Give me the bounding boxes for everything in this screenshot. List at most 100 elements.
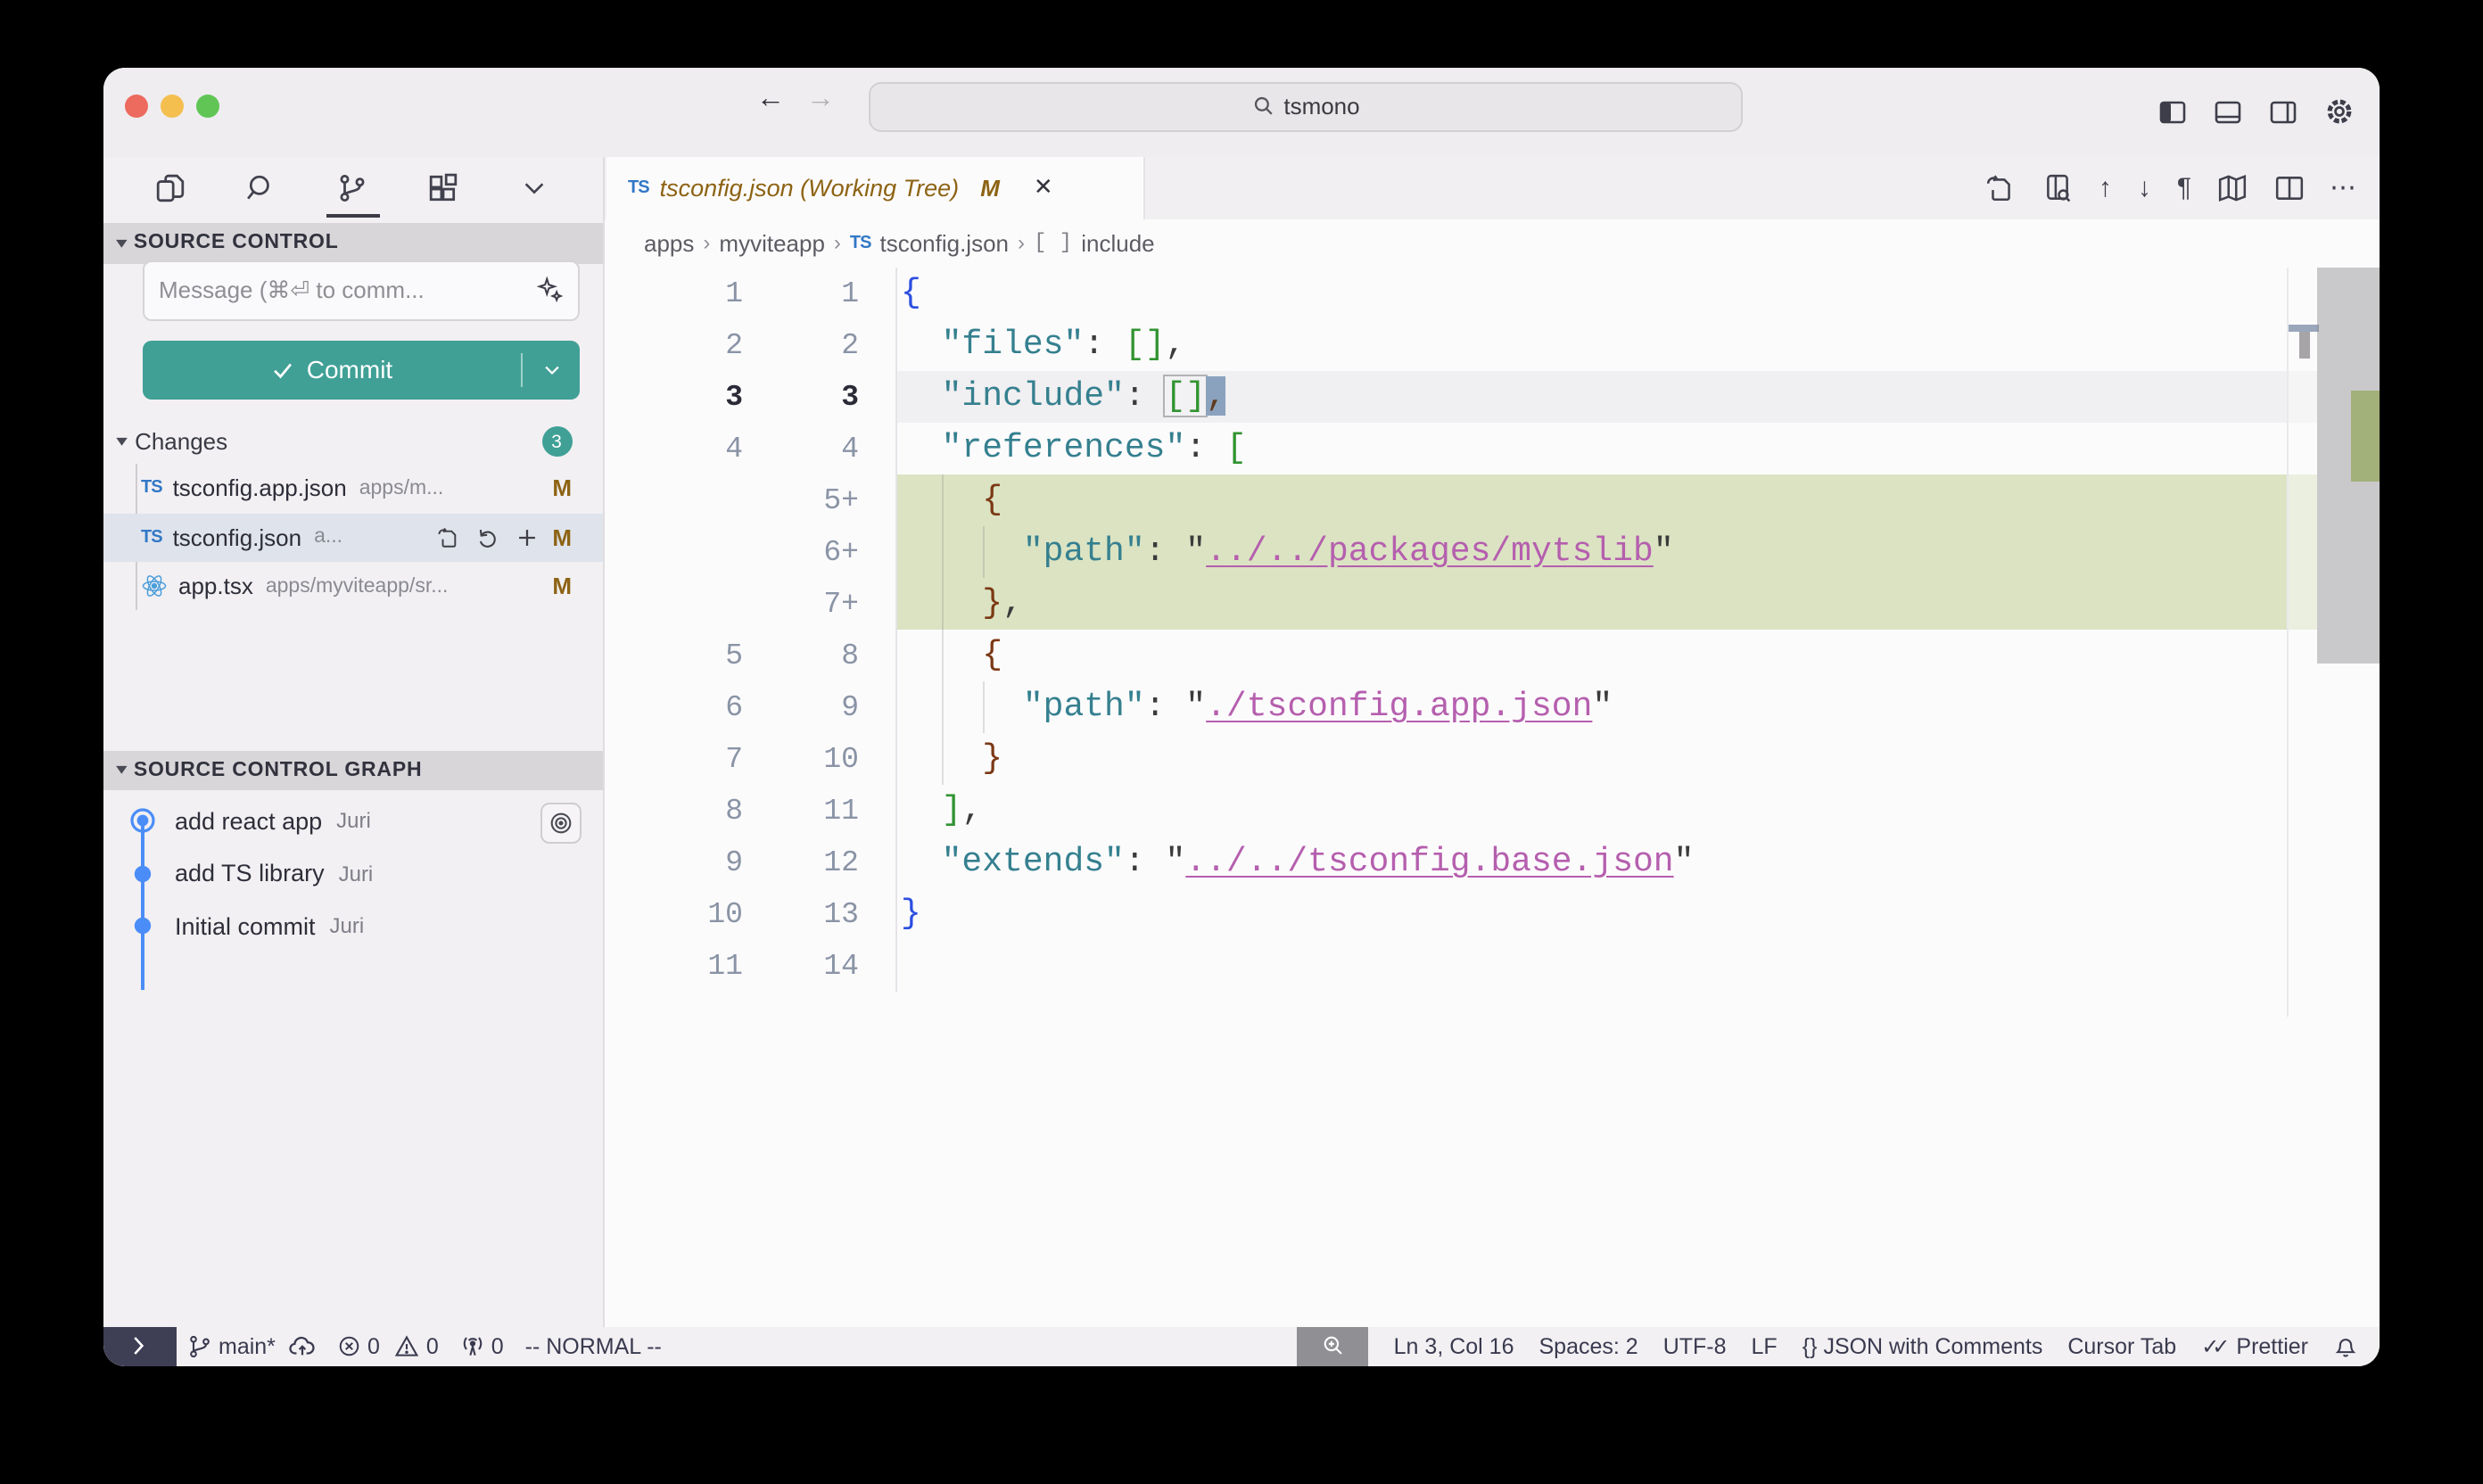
- forward-icon[interactable]: →: [806, 84, 835, 116]
- modified-line-number: 12: [604, 837, 859, 888]
- command-center-search[interactable]: tsmono: [869, 81, 1743, 132]
- map-icon[interactable]: [2217, 172, 2248, 202]
- commit-row[interactable]: add TS libraryJuri: [103, 847, 602, 900]
- commit-button[interactable]: Commit: [143, 340, 580, 399]
- toggle-secondary-sidebar-icon[interactable]: [2269, 98, 2297, 127]
- code-line-6[interactable]: 6+ "path": "../../packages/mytslib": [604, 526, 2380, 578]
- typescript-file-icon: TS: [141, 528, 162, 548]
- language-mode[interactable]: {} JSON with Comments: [1802, 1334, 2043, 1359]
- changed-file-app.tsx[interactable]: app.tsxapps/myviteapp/sr...M: [103, 562, 602, 611]
- file-path: a...: [314, 527, 436, 548]
- discard-changes-icon[interactable]: [475, 526, 499, 549]
- typescript-file-icon: TS: [850, 234, 871, 253]
- ports-status[interactable]: 0: [460, 1334, 504, 1359]
- breadcrumb-item-include[interactable]: include: [1081, 230, 1154, 257]
- close-tab-icon[interactable]: ✕: [1034, 173, 1053, 202]
- indentation[interactable]: Spaces: 2: [1539, 1334, 1638, 1359]
- code-line-8[interactable]: 58 {: [604, 630, 2380, 681]
- vim-mode[interactable]: -- NORMAL --: [525, 1334, 662, 1359]
- line-content: {: [901, 268, 921, 319]
- changed-file-tsconfig.app.json[interactable]: TStsconfig.app.jsonapps/m...M: [103, 464, 602, 513]
- tab-tsconfig-working-tree[interactable]: TS tsconfig.json (Working Tree) M ✕: [606, 156, 1145, 218]
- gutter-separator: [895, 268, 897, 992]
- modified-line-number: 9: [604, 681, 859, 733]
- branch-status[interactable]: main*: [187, 1333, 316, 1360]
- commit-message-input[interactable]: Message (⌘⏎ to comm...: [143, 260, 580, 320]
- search-icon: [1251, 95, 1274, 119]
- zoom-button[interactable]: [196, 94, 219, 117]
- explorer-icon[interactable]: [150, 166, 193, 209]
- typescript-file-icon: TS: [628, 177, 649, 197]
- more-views-chevron-icon[interactable]: [514, 166, 557, 209]
- zoom-indicator[interactable]: [1298, 1326, 1369, 1366]
- zoom-in-icon: [1322, 1335, 1345, 1358]
- changed-file-tsconfig.json[interactable]: TStsconfig.jsona...M: [103, 513, 602, 562]
- toggle-whitespace-icon[interactable]: ¶: [2177, 174, 2191, 201]
- split-editor-icon[interactable]: [2273, 172, 2304, 202]
- next-change-icon[interactable]: ↓: [2138, 174, 2151, 201]
- search-view-icon[interactable]: [241, 166, 284, 209]
- modified-line-number: 4: [604, 423, 859, 474]
- open-changes-icon[interactable]: [1986, 172, 2017, 202]
- modified-badge: M: [552, 524, 572, 551]
- code-line-4[interactable]: 44 "references": [: [604, 423, 2380, 474]
- sparkle-icon[interactable]: [537, 277, 564, 304]
- checkout-target-button[interactable]: [540, 802, 581, 843]
- breadcrumb-item-myviteapp[interactable]: myviteapp: [719, 230, 825, 257]
- code-line-5[interactable]: 5+ {: [604, 474, 2380, 526]
- previous-change-icon[interactable]: ↑: [2099, 174, 2112, 201]
- breadcrumb: apps›myviteapp›TStsconfig.json›[ ]includ…: [604, 218, 2380, 268]
- code-line-10[interactable]: 710 }: [604, 733, 2380, 785]
- code-line-7[interactable]: 7+ },: [604, 578, 2380, 630]
- more-actions-icon[interactable]: ⋯: [2330, 174, 2356, 201]
- source-control-view-icon[interactable]: [332, 166, 375, 209]
- problems-status[interactable]: 0 0: [337, 1334, 439, 1359]
- encoding[interactable]: UTF-8: [1663, 1334, 1727, 1359]
- commit-dropdown-chevron-icon[interactable]: [523, 359, 580, 379]
- warning-count: 0: [426, 1334, 439, 1359]
- remote-indicator[interactable]: [103, 1326, 177, 1366]
- code-line-9[interactable]: 69 "path": "./tsconfig.app.json": [604, 681, 2380, 733]
- close-button[interactable]: [125, 94, 148, 117]
- modified-line-number: 8: [604, 630, 859, 681]
- toggle-panel-icon[interactable]: [2214, 98, 2242, 127]
- code-line-13[interactable]: 1013}: [604, 888, 2380, 940]
- line-content: {: [901, 630, 1002, 681]
- source-control-header[interactable]: ▾ SOURCE CONTROL: [103, 223, 602, 263]
- source-control-graph-header[interactable]: ▾ SOURCE CONTROL GRAPH: [103, 750, 602, 790]
- minimap-border: [2287, 268, 2289, 1017]
- breadcrumb-separator: ›: [1018, 231, 1025, 256]
- head-commit-dot: [128, 807, 157, 836]
- cloud-upload-icon[interactable]: [289, 1333, 316, 1360]
- code-line-3[interactable]: 33 "include": [],: [604, 371, 2380, 423]
- changes-section-header[interactable]: ▾ Changes 3: [103, 420, 602, 463]
- extensions-icon[interactable]: [423, 166, 466, 209]
- toggle-primary-sidebar-icon[interactable]: [2158, 98, 2187, 127]
- notifications-bell-icon[interactable]: [2333, 1334, 2358, 1359]
- line-content: "path": "./tsconfig.app.json": [901, 681, 1613, 733]
- chevron-down-icon: ▾: [116, 761, 128, 780]
- minimize-button[interactable]: [161, 94, 184, 117]
- cursor-tab-status[interactable]: Cursor Tab: [2067, 1334, 2176, 1359]
- breadcrumb-item-apps[interactable]: apps: [644, 230, 694, 257]
- eol-sequence[interactable]: LF: [1752, 1334, 1778, 1359]
- code-line-1[interactable]: 11{: [604, 268, 2380, 319]
- cursor-position[interactable]: Ln 3, Col 16: [1394, 1334, 1514, 1359]
- commit-row[interactable]: Initial commitJuri: [103, 900, 602, 952]
- code-line-2[interactable]: 22 "files": [],: [604, 319, 2380, 371]
- code-line-12[interactable]: 912 "extends": "../../tsconfig.base.json…: [604, 837, 2380, 888]
- sidebar: ▾ SOURCE CONTROL Message (⌘⏎ to comm... …: [103, 156, 604, 1326]
- code-line-14[interactable]: 1114: [604, 940, 2380, 992]
- settings-gear-icon[interactable]: [2324, 97, 2355, 128]
- stage-changes-icon[interactable]: [515, 526, 538, 549]
- formatter-status[interactable]: ✓✓ Prettier: [2201, 1334, 2308, 1359]
- modified-line-number: 5+: [604, 474, 859, 526]
- back-icon[interactable]: ←: [756, 84, 785, 116]
- commit-row[interactable]: add react appJuri: [103, 795, 602, 847]
- modified-line-number: 13: [604, 888, 859, 940]
- breadcrumb-item-tsconfig.json[interactable]: tsconfig.json: [879, 230, 1009, 257]
- inline-view-icon[interactable]: [2042, 172, 2073, 202]
- code-line-11[interactable]: 811 ],: [604, 785, 2380, 837]
- open-file-icon[interactable]: [436, 526, 459, 549]
- warning-icon: [395, 1334, 420, 1359]
